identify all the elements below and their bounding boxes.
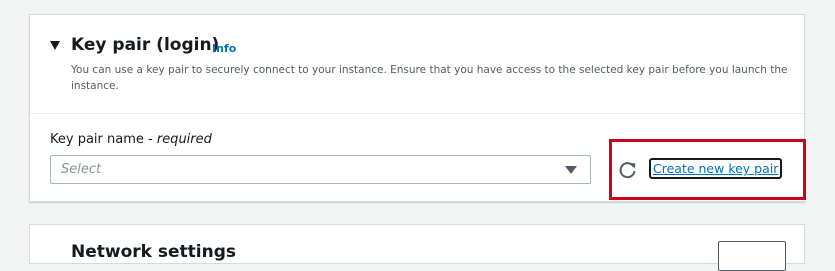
key-pair-panel: Key pair (login) Info You can use a key …	[29, 14, 805, 202]
create-new-key-pair-link[interactable]: Create new key pair	[649, 158, 783, 179]
key-pair-select[interactable]: Select	[50, 155, 591, 184]
refresh-icon[interactable]	[618, 160, 638, 180]
edit-button[interactable]	[718, 241, 786, 271]
caret-down-icon[interactable]	[50, 41, 60, 50]
key-pair-panel-header: Key pair (login) Info You can use a key …	[30, 15, 804, 114]
section-description: You can use a key pair to securely conne…	[71, 64, 788, 92]
key-pair-name-label: Key pair name - required	[50, 132, 212, 147]
select-placeholder: Select	[61, 162, 102, 177]
info-link[interactable]: Info	[212, 42, 236, 55]
network-settings-title[interactable]: Network settings	[71, 242, 236, 262]
section-title[interactable]: Key pair (login)	[71, 35, 219, 55]
required-label: required	[156, 132, 212, 147]
key-pair-name-label-text: Key pair name -	[50, 132, 157, 147]
dropdown-arrow-icon	[565, 166, 577, 174]
network-settings-panel: Network settings	[29, 224, 805, 271]
